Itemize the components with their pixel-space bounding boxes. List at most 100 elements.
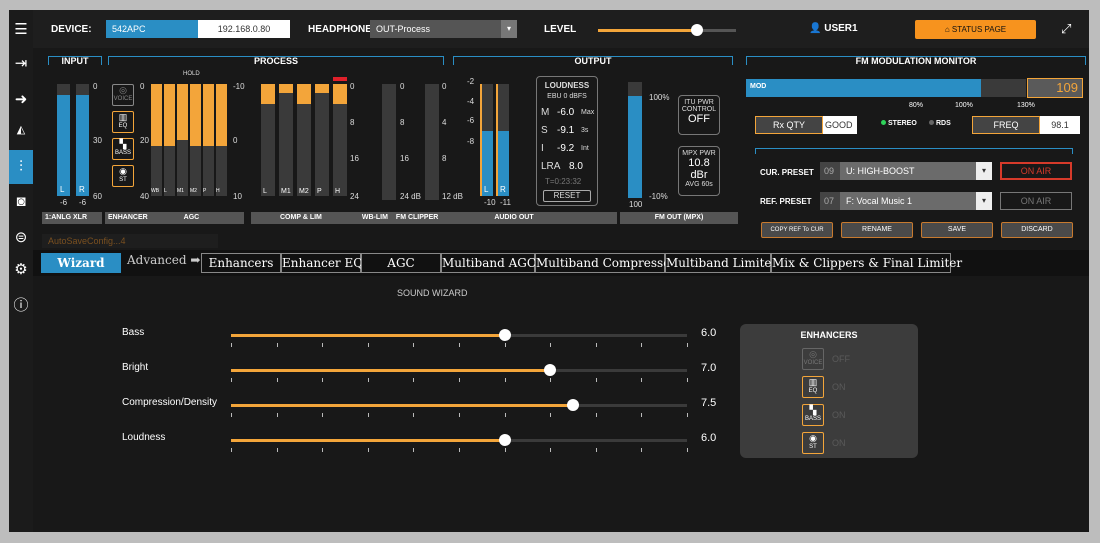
rx-qty-label: Rx QTY [755,116,823,134]
agc-scale-40: 40 [140,192,149,201]
headphone-select[interactable]: OUT-Process ▾ [370,20,517,38]
enhancer-icon-label: VOICE [803,360,823,366]
mpx-scale-100: 100% [649,93,670,102]
save-button[interactable]: SAVE [921,222,993,238]
status-page-button[interactable]: ⌂ STATUS PAGE [915,20,1036,39]
wizard-slider-fill [231,334,505,337]
wizard-slider-handle[interactable] [567,399,579,411]
mod-scale-80: 80% [909,102,924,109]
cur-on-air-button[interactable]: ON AIR [1000,162,1072,180]
wb-scale-8: 8 [400,118,405,127]
itu-value: OFF [688,113,710,125]
gear-icon[interactable]: ⚙ [11,260,31,280]
input-scale-0: 0 [93,82,98,91]
bass-icon[interactable]: ▚ BASS [112,138,134,160]
wb-lim-label: WB-LIM [361,214,388,221]
tab-enhancers[interactable]: Enhancers [201,253,281,273]
disk-icon[interactable]: ⊜ [11,228,31,248]
fc-scale-12: 12 dB [442,192,463,201]
wb-scale-16: 16 [400,154,409,163]
input-meter: L [57,84,70,196]
slider-tick [641,343,643,347]
device-ip-field[interactable]: 192.168.0.80 [198,20,290,38]
wizard-slider-handle[interactable] [498,434,511,446]
stereo-icon[interactable]: ◉ ST [112,165,134,187]
rename-button[interactable]: RENAME [841,222,913,238]
cur-preset-select[interactable]: U: HIGH-BOOST ▾ [840,162,992,180]
tab-mix-clippers[interactable]: Mix & Clippers & Final Limiter [771,253,962,273]
menu-icon[interactable]: ☰ [11,20,31,40]
loudness-reset-button[interactable]: RESET [543,190,591,202]
mod-scale-130: 130% [1017,102,1035,109]
input-title: INPUT [61,56,89,66]
device-name-field[interactable]: 542APC [106,20,198,38]
slider-label: Bass [122,327,145,338]
slider-tick [231,378,232,382]
camera-icon[interactable]: ◙ [11,192,31,212]
ref-on-air-button[interactable]: ON AIR [1000,192,1072,210]
wizard-slider-handle[interactable] [498,329,511,341]
comp-band-fill [315,84,329,93]
wizard-slider[interactable] [231,434,687,446]
comp-band-fill [333,84,347,105]
wizard-slider[interactable] [231,399,687,411]
comp-band-meter [261,84,275,196]
level-slider[interactable] [598,24,736,36]
fullscreen-icon[interactable]: ⤢ [1061,21,1071,37]
chevron-down-icon: ▾ [501,20,517,38]
input-icon[interactable]: ⇥ [11,54,31,74]
sliders-icon[interactable]: ⫶ [9,150,33,184]
agc-band-label: P [203,188,207,194]
user-menu[interactable]: 👤 USER1 [809,23,858,34]
agc-band-meter [216,84,227,196]
enhancer-state: OFF [832,354,850,364]
tab-multiband-limiter[interactable]: Multiband Limiter [665,253,777,273]
info-icon[interactable]: ⓘ [11,296,31,316]
mpx-scale-10: -10% [649,192,668,201]
eq-enhancer-icon[interactable]: ▥ EQ [802,376,824,398]
voice-icon[interactable]: ◎ VOICE [112,84,134,106]
agc-band-label: L [164,188,167,194]
loud-m-value: -6.0 [557,107,575,118]
out-scale-8: -8 [467,137,475,146]
tab-multiband-compressor[interactable]: Multiband Compressor [535,253,676,273]
itu-l2: CONTROL [681,106,717,113]
st-enhancer-icon[interactable]: ◉ ST [802,432,824,454]
enhancer-icon-label: ST [809,444,817,450]
tab-wizard[interactable]: Wizard [41,253,121,273]
arrow-right-icon[interactable]: ➜ [11,90,31,110]
wizard-slider-handle[interactable] [544,364,557,376]
enhancer-icon-label: EQ [808,388,818,394]
eq-glyph: ▥ [808,377,818,387]
slider-tick [459,413,460,417]
copy-ref-button[interactable]: COPY REF To CUR [761,222,833,238]
wizard-slider[interactable] [231,364,687,376]
mpx-pwr-panel: MPX PWR 10.8 dBr AVG 60s [678,146,720,196]
slider-tick [687,343,688,347]
loud-i-label: I [541,143,544,154]
freq-value[interactable]: 98.1 [1040,116,1080,134]
mod-meter-fill [746,79,982,97]
agc-band-meter [151,84,162,196]
tab-multiband-agc[interactable]: Multiband AGC [441,253,536,273]
rds-dot [929,120,934,125]
wizard-slider[interactable] [231,329,687,341]
voice-enhancer-icon[interactable]: ◎ VOICE [802,348,824,370]
eq-icon[interactable]: ▥ EQ [112,111,134,133]
waveform-icon[interactable]: ◭ [11,120,31,140]
tab-advanced[interactable]: Advanced ➡ [127,253,200,267]
ref-preset-select[interactable]: F: Vocal Music 1 ▾ [840,192,992,210]
tab-agc[interactable]: AGC [361,253,441,273]
slider-tick [504,413,506,417]
slider-tick [595,378,597,382]
tab-enhancer-eq[interactable]: Enhancer EQ [281,253,363,273]
slider-tick [322,448,324,452]
bass-enhancer-icon[interactable]: ▚ BASS [802,404,824,426]
agc-band-meter [203,84,214,196]
slider-tick [641,378,643,382]
agc-band-fill [216,84,227,146]
wb-scale-0: 0 [400,82,405,91]
discard-button[interactable]: DISCARD [1001,222,1073,238]
enhancer-state: ON [832,382,846,392]
level-label: LEVEL [544,24,577,35]
